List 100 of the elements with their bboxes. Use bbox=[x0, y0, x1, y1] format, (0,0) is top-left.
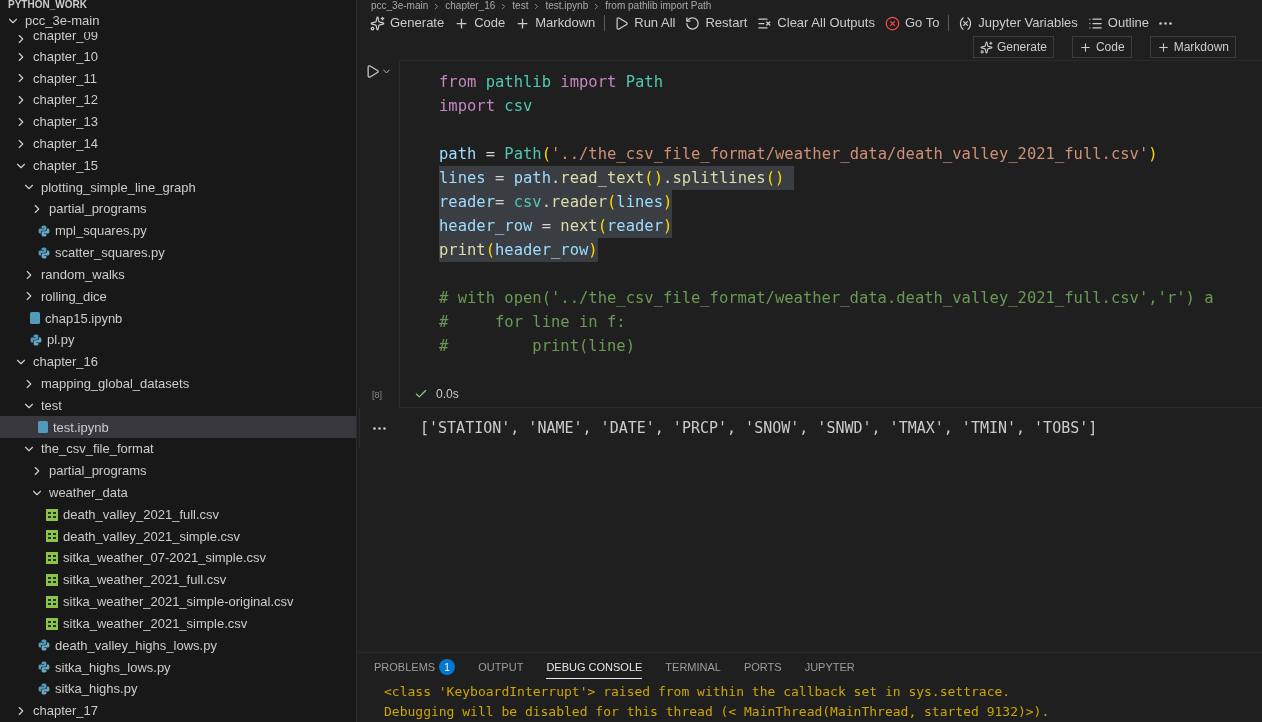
tree-item-label: sitka_weather_2021_simple.csv bbox=[63, 614, 248, 633]
more-icon[interactable] bbox=[373, 426, 386, 430]
code-line: # for line in f: bbox=[439, 312, 626, 333]
list-icon bbox=[1087, 15, 1103, 31]
tree-item[interactable]: death_valley_2021_full.csv bbox=[0, 503, 356, 526]
tree-item-label: test.ipynb bbox=[53, 418, 109, 437]
tree-item[interactable]: chapter_12 bbox=[0, 89, 356, 112]
tree-item-label: death_valley_highs_lows.py bbox=[55, 636, 217, 655]
spreadsheet-file-icon bbox=[46, 508, 58, 521]
tree-item[interactable]: sitka_highs_lows.py bbox=[0, 656, 356, 679]
toolbar-button[interactable]: Code bbox=[449, 12, 511, 34]
panel-tab[interactable]: DEBUG CONSOLE bbox=[546, 656, 643, 679]
breadcrumb-item[interactable]: from pathlib import Path bbox=[605, 1, 712, 11]
code-line: # with open('../the_csv_file_format/weather_data.death_valley_2021_full.csv','r') a bbox=[439, 288, 1214, 309]
tree-item[interactable]: death_valley_2021_simple.csv bbox=[0, 525, 356, 548]
panel-tab[interactable]: PORTS bbox=[743, 656, 782, 679]
tree-item-label: sitka_weather_2021_full.csv bbox=[63, 571, 227, 590]
tree-item-label: chap15.ipynb bbox=[45, 309, 123, 328]
code-line: path = Path('../the_csv_file_format/weather_data/death_valley_2021_full.csv') bbox=[439, 144, 1158, 165]
tree-item[interactable]: weather_data bbox=[0, 481, 356, 504]
tree-item-label: partial_programs bbox=[49, 462, 147, 481]
cell-action-button[interactable]: Code bbox=[1071, 36, 1132, 58]
tree-item[interactable]: pcc_3e-main bbox=[0, 9, 356, 32]
tree-item[interactable]: pl.py bbox=[0, 329, 356, 351]
toolbar-button[interactable]: Run All bbox=[609, 12, 681, 34]
execution-time: 0.0s bbox=[436, 386, 459, 403]
tree-item[interactable]: sitka_weather_07-2021_simple.csv bbox=[0, 547, 356, 570]
tree-item[interactable]: sitka_weather_2021_simple-original.csv bbox=[0, 590, 356, 613]
panel-tab[interactable]: JUPYTER bbox=[804, 656, 855, 679]
tree-item[interactable]: chapter_15 bbox=[0, 154, 356, 177]
execution-count: [8] bbox=[371, 388, 383, 402]
toolbar-button[interactable]: Restart bbox=[680, 12, 753, 34]
sparkles-icon bbox=[370, 15, 385, 31]
toolbar-button[interactable]: Go To bbox=[879, 12, 945, 34]
tree-item[interactable]: scatter_squares.py bbox=[0, 241, 356, 264]
tree-item-label: chapter_16 bbox=[33, 353, 99, 372]
plus-icon bbox=[454, 15, 470, 31]
tree-item[interactable]: plotting_simple_line_graph bbox=[0, 176, 356, 199]
tree-item[interactable]: partial_programs bbox=[0, 460, 356, 482]
toolbar-button[interactable]: Markdown bbox=[510, 12, 601, 34]
panel-tab[interactable]: OUTPUT bbox=[478, 656, 524, 679]
toolbar-button[interactable]: Outline bbox=[1082, 12, 1155, 34]
code-cell[interactable] bbox=[399, 60, 1262, 408]
breadcrumb-item[interactable]: pcc_3e-main bbox=[371, 1, 429, 11]
tree-item-label: test bbox=[41, 396, 62, 415]
tree-item[interactable]: rolling_dice bbox=[0, 285, 356, 308]
cell-action-button[interactable]: Generate bbox=[972, 36, 1054, 58]
cell-action-button[interactable]: Markdown bbox=[1149, 36, 1236, 58]
tree-item-label: chapter_10 bbox=[33, 47, 99, 66]
tree-item-label: sitka_weather_07-2021_simple.csv bbox=[63, 549, 267, 568]
tree-item[interactable]: chapter_14 bbox=[0, 132, 356, 155]
tree-item[interactable]: sitka_weather_2021_simple.csv bbox=[0, 612, 356, 635]
tree-item-label: rolling_dice bbox=[41, 287, 107, 306]
tree-item[interactable]: sitka_weather_2021_full.csv bbox=[0, 569, 356, 591]
tree-item[interactable]: chapter_09 bbox=[0, 31, 356, 46]
spreadsheet-file-icon bbox=[46, 530, 58, 543]
tree-item-label: sitka_weather_2021_simple-original.csv bbox=[63, 593, 294, 612]
tree-item[interactable]: mapping_global_datasets bbox=[0, 372, 356, 395]
tree-item[interactable]: chapter_13 bbox=[0, 111, 356, 133]
sparkles-icon bbox=[979, 40, 993, 54]
tree-item[interactable]: chapter_10 bbox=[0, 45, 356, 68]
tree-item-label: chapter_09 bbox=[33, 31, 99, 46]
plus-icon bbox=[1078, 40, 1092, 54]
console-line: Debugging will be disabled for this thread (< MainThread(MainThread, started 9132)>). bbox=[384, 703, 1051, 721]
tree-item[interactable]: random_walks bbox=[0, 263, 356, 286]
workspace-title: PYTHON_WORK bbox=[7, 0, 87, 10]
spreadsheet-file-icon bbox=[46, 595, 58, 608]
breadcrumb-item[interactable]: test bbox=[512, 1, 529, 11]
panel-tab[interactable]: TERMINAL bbox=[665, 656, 721, 679]
panel-tab[interactable]: PROBLEMS 1 bbox=[374, 656, 456, 679]
tree-item-label: chapter_12 bbox=[33, 91, 99, 110]
tree-item[interactable]: chap15.ipynb bbox=[0, 307, 356, 330]
variable-icon bbox=[958, 15, 974, 31]
run-cell-icon[interactable] bbox=[365, 64, 380, 79]
toolbar-button[interactable]: Jupyter Variables bbox=[953, 12, 1083, 34]
code-line: import csv bbox=[439, 96, 533, 117]
tree-item[interactable]: partial_programs bbox=[0, 198, 356, 221]
toolbar-button[interactable]: Generate bbox=[365, 12, 450, 34]
tree-item[interactable]: mpl_squares.py bbox=[0, 220, 356, 242]
tree-item[interactable]: test.ipynb bbox=[0, 416, 356, 439]
python-file-icon bbox=[38, 246, 50, 259]
tree-item-label: chapter_11 bbox=[33, 69, 98, 88]
breadcrumb-item[interactable]: chapter_16 bbox=[445, 1, 496, 11]
tree-item[interactable]: death_valley_highs_lows.py bbox=[0, 634, 356, 657]
tree-item[interactable]: chapter_11 bbox=[0, 67, 356, 90]
tree-item-label: sitka_highs.py bbox=[55, 680, 138, 699]
check-icon bbox=[414, 387, 428, 401]
tree-item-label: pl.py bbox=[47, 331, 75, 350]
toolbar-button[interactable]: Clear All Outputs bbox=[752, 12, 880, 34]
tree-item-label: death_valley_2021_simple.csv bbox=[63, 527, 241, 546]
breadcrumb-item[interactable]: test.ipynb bbox=[545, 1, 589, 11]
tree-item[interactable]: sitka_highs.py bbox=[0, 678, 356, 700]
python-file-icon bbox=[30, 334, 42, 347]
tree-item-label: mapping_global_datasets bbox=[41, 374, 190, 393]
tree-item[interactable]: the_csv_file_format bbox=[0, 438, 356, 461]
tree-item[interactable]: chapter_17 bbox=[0, 700, 356, 722]
spreadsheet-file-icon bbox=[46, 552, 58, 565]
tree-item[interactable]: test bbox=[0, 394, 356, 417]
tree-item[interactable]: chapter_16 bbox=[0, 351, 356, 373]
tree-item-label: random_walks bbox=[41, 265, 125, 284]
